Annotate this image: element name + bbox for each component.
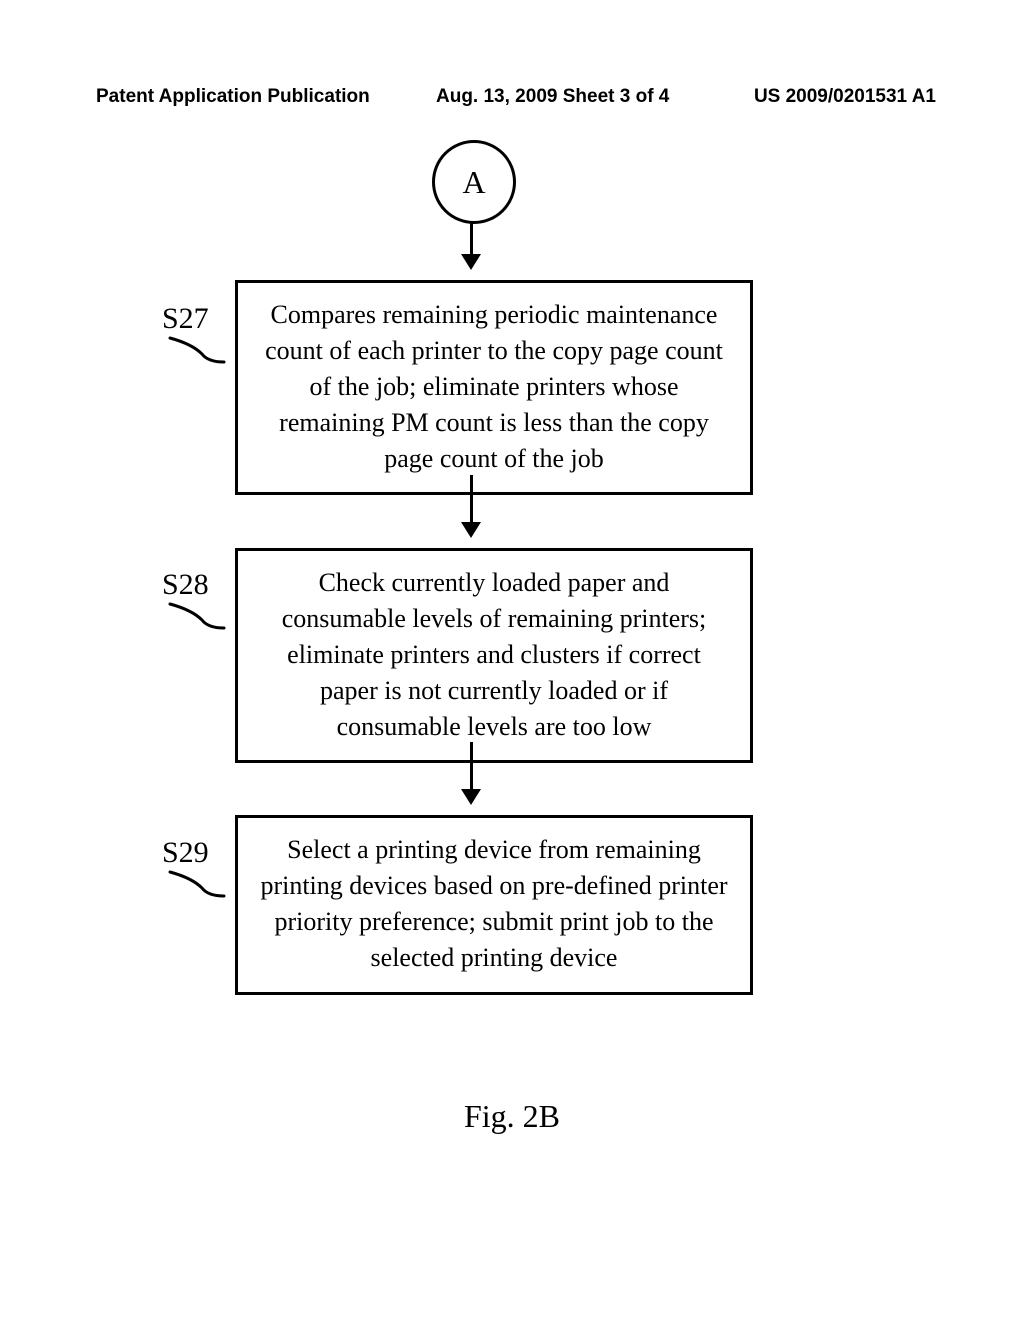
callout-bracket-icon [168,870,228,900]
step-box-s28: Check currently loaded paper and consuma… [235,548,753,763]
figure-caption: Fig. 2B [0,1098,1024,1135]
arrow-s28-to-s29 [470,742,473,802]
step-text-s28: Check currently loaded paper and consuma… [282,568,707,741]
step-box-s29: Select a printing device from remaining … [235,815,753,995]
step-box-s27: Compares remaining periodic maintenance … [235,280,753,495]
step-label-s27: S27 [162,302,209,336]
patent-page: Patent Application Publication Aug. 13, … [0,0,1024,1320]
connector-label: A [462,164,485,201]
arrow-a-to-s27 [470,221,473,267]
step-label-s29: S29 [162,836,209,870]
header-left: Patent Application Publication [96,86,370,108]
step-id-s29: S29 [162,836,209,870]
connector-circle-a: A [432,140,516,224]
step-label-s28: S28 [162,568,209,602]
callout-bracket-icon [168,336,228,366]
header-right: US 2009/0201531 A1 [754,86,936,108]
step-id-s27: S27 [162,302,209,336]
step-text-s29: Select a printing device from remaining … [260,835,727,972]
flowchart: A S27 Compares remaining periodic mainte… [0,130,1024,1130]
page-header: Patent Application Publication Aug. 13, … [96,86,936,108]
arrow-s27-to-s28 [470,475,473,535]
header-center: Aug. 13, 2009 Sheet 3 of 4 [436,86,669,108]
step-id-s28: S28 [162,568,209,602]
step-text-s27: Compares remaining periodic maintenance … [265,300,723,473]
callout-bracket-icon [168,602,228,632]
